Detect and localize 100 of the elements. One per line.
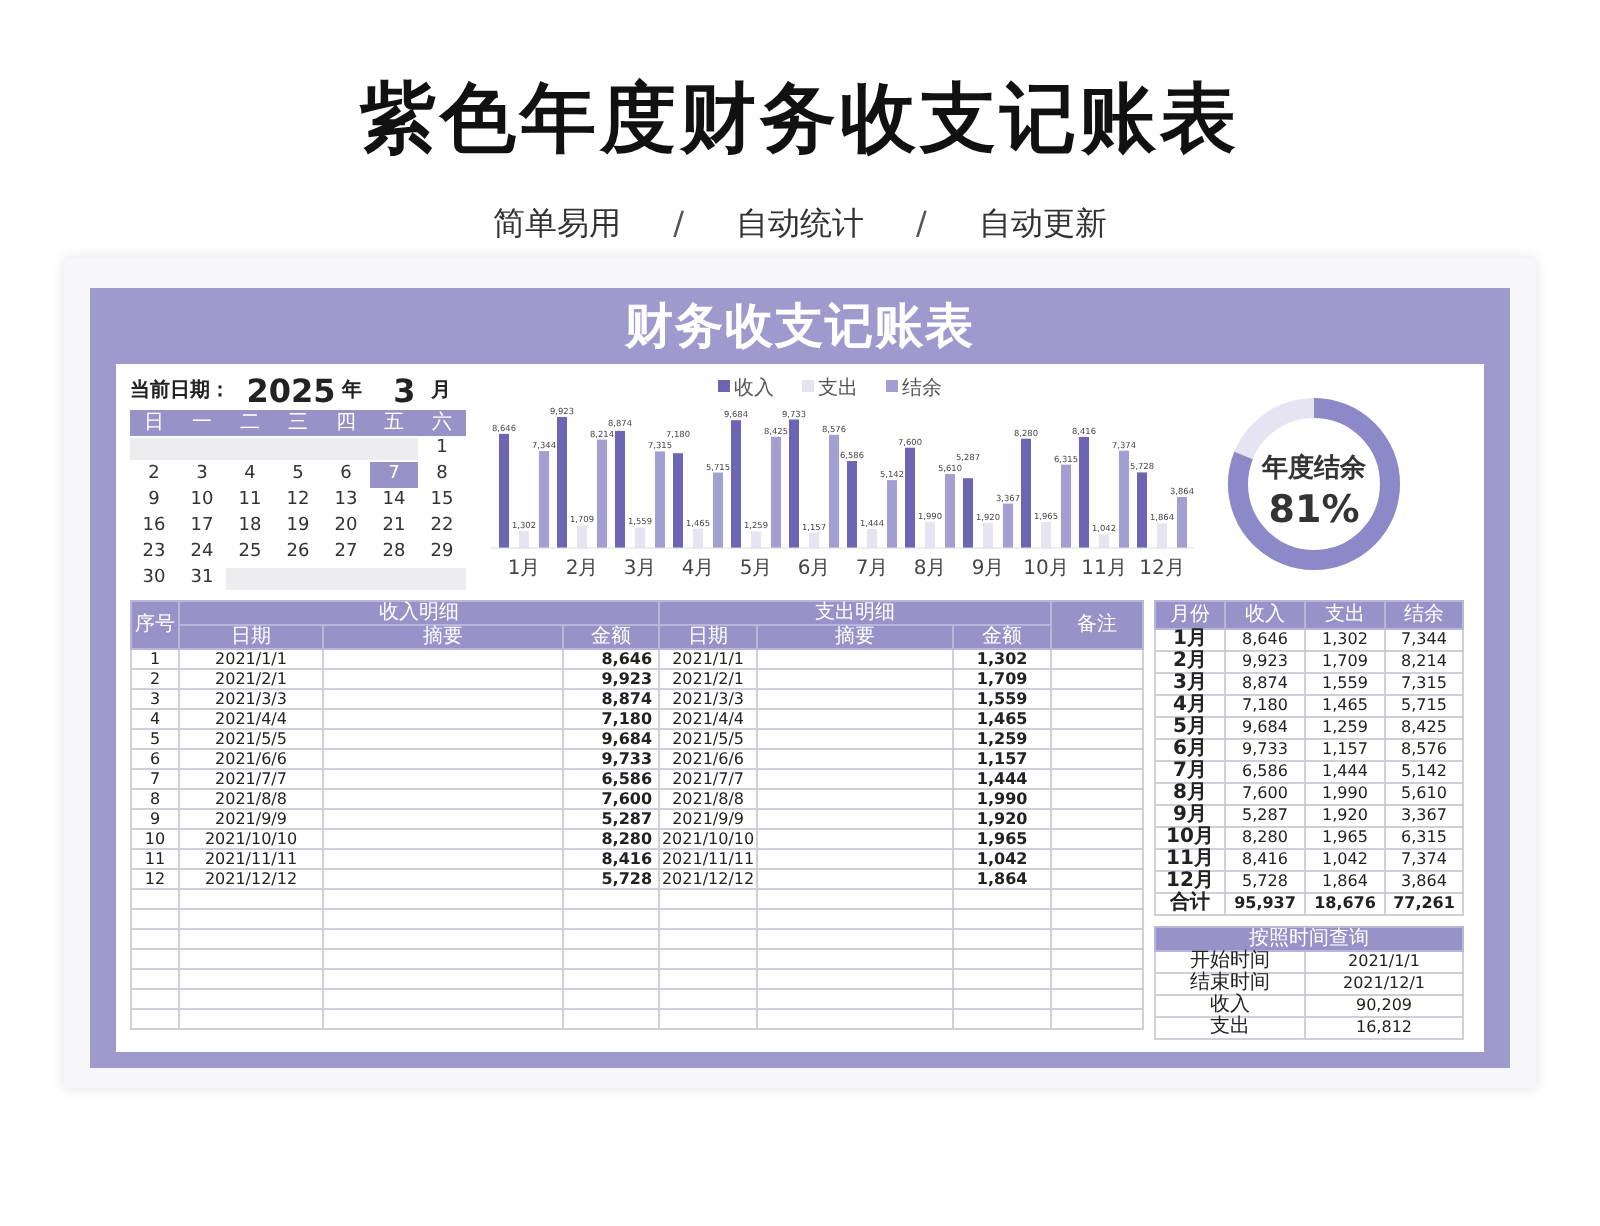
table-cell: 1,302	[953, 649, 1052, 669]
calendar-day[interactable]: 27	[322, 540, 370, 566]
table-cell: 2021/12/12	[179, 869, 323, 889]
weekday-header: 六	[418, 410, 466, 436]
table-cell: 7,600	[563, 789, 660, 809]
table-cell: 2021/6/6	[659, 749, 758, 769]
bar	[635, 527, 645, 548]
table-cell: 10月	[1155, 827, 1225, 849]
bar	[829, 434, 839, 548]
calendar-day[interactable]: 25	[226, 540, 274, 566]
table-cell: 77,261	[1385, 893, 1463, 915]
table-cell: 12	[131, 869, 179, 889]
weekday-header: 四	[322, 410, 370, 436]
calendar-day[interactable]: 24	[178, 540, 226, 566]
table-cell: 开始时间	[1155, 951, 1305, 973]
calendar-day[interactable]: 29	[418, 540, 466, 566]
table-cell: 1,042	[953, 849, 1052, 869]
table-cell: 1,709	[1305, 651, 1385, 673]
column-header: 月份	[1155, 601, 1225, 629]
table-cell: 6月	[1155, 739, 1225, 761]
table-cell: 1	[131, 649, 179, 669]
calendar-day[interactable]: 3	[178, 462, 226, 488]
bar	[557, 417, 567, 548]
column-header: 支出明细	[659, 601, 1052, 625]
calendar-day[interactable]: 4	[226, 462, 274, 488]
table-cell: 3,864	[1385, 871, 1463, 893]
calendar-day[interactable]: 16	[130, 514, 178, 540]
calendar-day[interactable]: 22	[418, 514, 466, 540]
table-cell: 9,684	[1225, 717, 1305, 739]
table-cell: 8,280	[1225, 827, 1305, 849]
table-cell: 5,715	[1385, 695, 1463, 717]
calendar-day[interactable]: 10	[178, 488, 226, 514]
table-cell: 1,965	[1305, 827, 1385, 849]
feature-tag: 自动更新	[978, 204, 1107, 244]
table-cell: 8,280	[563, 829, 660, 849]
axis-label: 10月	[1023, 558, 1069, 580]
calendar-day[interactable]: 11	[226, 488, 274, 514]
table-cell: 8,874	[1225, 673, 1305, 695]
table-cell: 1,465	[953, 709, 1052, 729]
calendar-day[interactable]: 20	[322, 514, 370, 540]
calendar-day[interactable]: 1	[418, 436, 466, 462]
calendar-day[interactable]: 31	[178, 566, 226, 592]
calendar-day[interactable]: 26	[274, 540, 322, 566]
bar	[499, 433, 509, 548]
table-cell: 8月	[1155, 783, 1225, 805]
axis-label: 6月	[797, 558, 831, 580]
table-title: 按照时间查询	[1155, 927, 1463, 951]
bar	[1079, 436, 1089, 548]
legend-label: 结余	[902, 376, 942, 400]
table-cell: 2021/10/10	[659, 829, 758, 849]
calendar-day[interactable]: 17	[178, 514, 226, 540]
bar	[693, 528, 703, 548]
calendar-day[interactable]: 21	[370, 514, 418, 540]
table-cell: 8,425	[1385, 717, 1463, 739]
separator: /	[673, 204, 684, 244]
calendar-day[interactable]: 13	[322, 488, 370, 514]
calendar-day[interactable]: 9	[130, 488, 178, 514]
column-header: 备注	[1051, 601, 1144, 649]
calendar-day[interactable]: 6	[322, 462, 370, 488]
calendar-day[interactable]: 23	[130, 540, 178, 566]
table-cell: 2021/1/1	[659, 649, 758, 669]
axis-label: 5月	[739, 558, 773, 580]
table-cell: 5	[131, 729, 179, 749]
calendar-day[interactable]: 30	[130, 566, 178, 592]
axis-label: 2月	[565, 558, 599, 580]
legend-label: 收入	[734, 376, 774, 400]
table-cell: 2月	[1155, 651, 1225, 673]
table-cell: 9,733	[563, 749, 660, 769]
calendar-day[interactable]: 14	[370, 488, 418, 514]
table-cell: 8,214	[1385, 651, 1463, 673]
calendar-day[interactable]: 19	[274, 514, 322, 540]
table-cell: 9,733	[1225, 739, 1305, 761]
axis-label: 1月	[507, 558, 541, 580]
table-cell: 1,864	[1305, 871, 1385, 893]
bar	[809, 532, 819, 548]
month-unit: 月	[428, 378, 453, 406]
bar	[1099, 534, 1109, 548]
calendar-day[interactable]: 5	[274, 462, 322, 488]
calendar-day[interactable]: 12	[274, 488, 322, 514]
bar	[615, 430, 625, 548]
table-cell: 4	[131, 709, 179, 729]
calendar-day[interactable]: 2	[130, 462, 178, 488]
table-cell: 1,864	[953, 869, 1052, 889]
calendar-day[interactable]: 8	[418, 462, 466, 488]
calendar-day[interactable]: 18	[226, 514, 274, 540]
table-cell: 12月	[1155, 871, 1225, 893]
table-cell: 8,646	[1225, 629, 1305, 651]
table-cell: 2021/2/1	[179, 669, 323, 689]
feature-tag: 自动统计	[736, 204, 864, 244]
weekday-header: 三	[274, 410, 322, 436]
weekday-header: 二	[226, 410, 274, 436]
calendar-day[interactable]: 28	[370, 540, 418, 566]
weekday-header: 日	[130, 410, 178, 436]
column-header: 金额	[953, 625, 1052, 649]
sheet-title: 财务收支记账表	[622, 296, 977, 358]
table-cell: 5月	[1155, 717, 1225, 739]
calendar-day[interactable]: 15	[418, 488, 466, 514]
table-cell: 2021/9/9	[179, 809, 323, 829]
table-cell: 8,576	[1385, 739, 1463, 761]
axis-label: 3月	[623, 558, 657, 580]
